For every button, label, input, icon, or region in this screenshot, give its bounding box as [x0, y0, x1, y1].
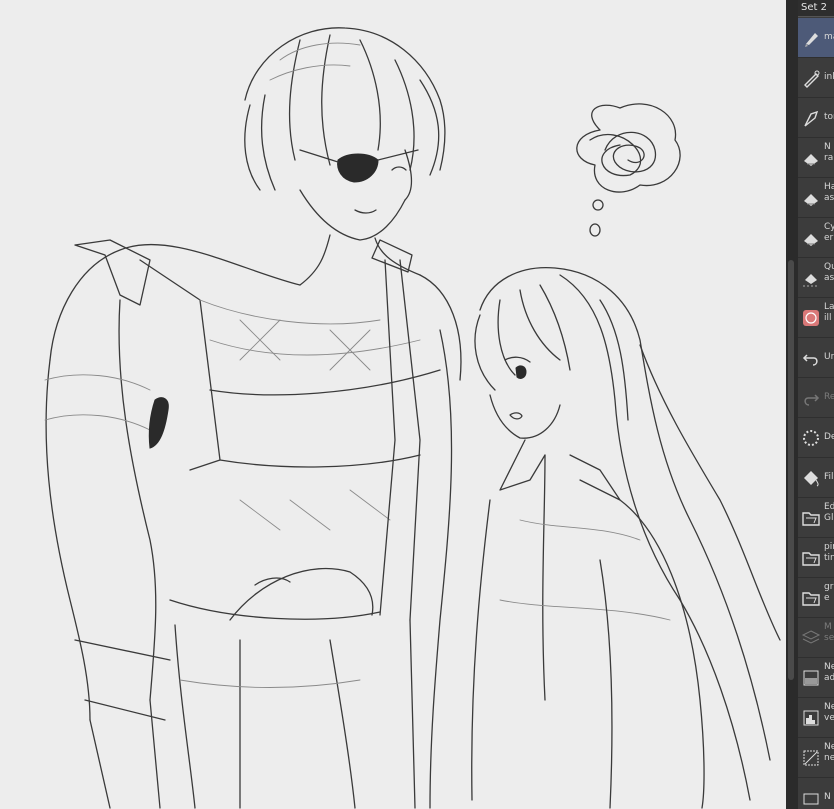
action-item-label: Fil [824, 472, 834, 482]
layer-icon [801, 788, 821, 808]
action-item-label: gr e [824, 582, 834, 603]
action-item-label: Ed Gl [824, 502, 834, 523]
action-item[interactable]: Cy er [798, 218, 834, 258]
auto-action-panel: Set 2 ma ink tor N ra Ha as Cy er Qu ass La ill… [798, 0, 834, 809]
action-item[interactable]: De [798, 418, 834, 458]
action-item-label: De [824, 432, 834, 442]
action-item-label: tor [824, 112, 834, 122]
action-item[interactable]: Ha as [798, 178, 834, 218]
layer-color-icon [801, 308, 821, 328]
action-item-label: La ill [824, 302, 834, 323]
action-item[interactable]: gr e [798, 578, 834, 618]
undo-icon [801, 348, 821, 368]
eraser-icon [801, 148, 821, 168]
pen-tip-icon [801, 108, 821, 128]
action-item-label: Ne ne [824, 742, 834, 763]
action-item-label: M sel [824, 622, 834, 643]
action-item-label: Qu ass [824, 262, 834, 283]
layers-icon [801, 628, 821, 648]
action-item[interactable]: ma [798, 18, 834, 58]
action-item[interactable]: Re [798, 378, 834, 418]
eraser-icon [801, 228, 821, 248]
action-item-label: N [824, 792, 831, 802]
action-item[interactable]: pin tin [798, 538, 834, 578]
action-item[interactable]: tor [798, 98, 834, 138]
action-item-label: pin tin [824, 542, 834, 563]
redo-icon [801, 388, 821, 408]
action-item-label: Ne vel [824, 702, 834, 723]
folder-icon [801, 508, 821, 528]
action-item-label: ma [824, 32, 834, 42]
levels-layer-icon [801, 708, 821, 728]
action-item[interactable]: M sel [798, 618, 834, 658]
action-item[interactable]: Ne adj [798, 658, 834, 698]
pen-nib-icon [801, 28, 821, 48]
action-item[interactable]: Ne vel [798, 698, 834, 738]
ink-pen-icon [801, 68, 821, 88]
action-item[interactable]: N ra [798, 138, 834, 178]
action-item-label: Ne adj [824, 662, 834, 683]
curves-layer-icon [801, 748, 821, 768]
action-item-label: Ha as [824, 182, 834, 203]
action-item[interactable]: La ill [798, 298, 834, 338]
gradient-layer-icon [801, 668, 821, 688]
action-item[interactable]: Ur [798, 338, 834, 378]
action-item-label: Ur [824, 352, 834, 362]
action-item[interactable]: Fil [798, 458, 834, 498]
action-item-label: Cy er [824, 222, 834, 243]
action-item[interactable]: Ne ne [798, 738, 834, 778]
action-item-label: N ra [824, 142, 834, 163]
action-item[interactable]: N [798, 778, 834, 809]
canvas-scrollbar[interactable] [788, 260, 794, 680]
folder-icon [801, 588, 821, 608]
action-item-label: ink [824, 72, 834, 82]
action-item[interactable]: ink [798, 58, 834, 98]
folder-icon [801, 548, 821, 568]
action-item[interactable]: Ed Gl [798, 498, 834, 538]
set-tab[interactable]: Set 2 [798, 0, 834, 17]
deselect-icon [801, 428, 821, 448]
fill-icon [801, 468, 821, 488]
quick-eraser-icon [801, 268, 821, 288]
sketch-artwork [44, 27, 781, 809]
eraser-icon [801, 188, 821, 208]
drawing-canvas[interactable] [0, 0, 786, 809]
action-item[interactable]: Qu ass [798, 258, 834, 298]
action-item-label: Re [824, 392, 834, 402]
